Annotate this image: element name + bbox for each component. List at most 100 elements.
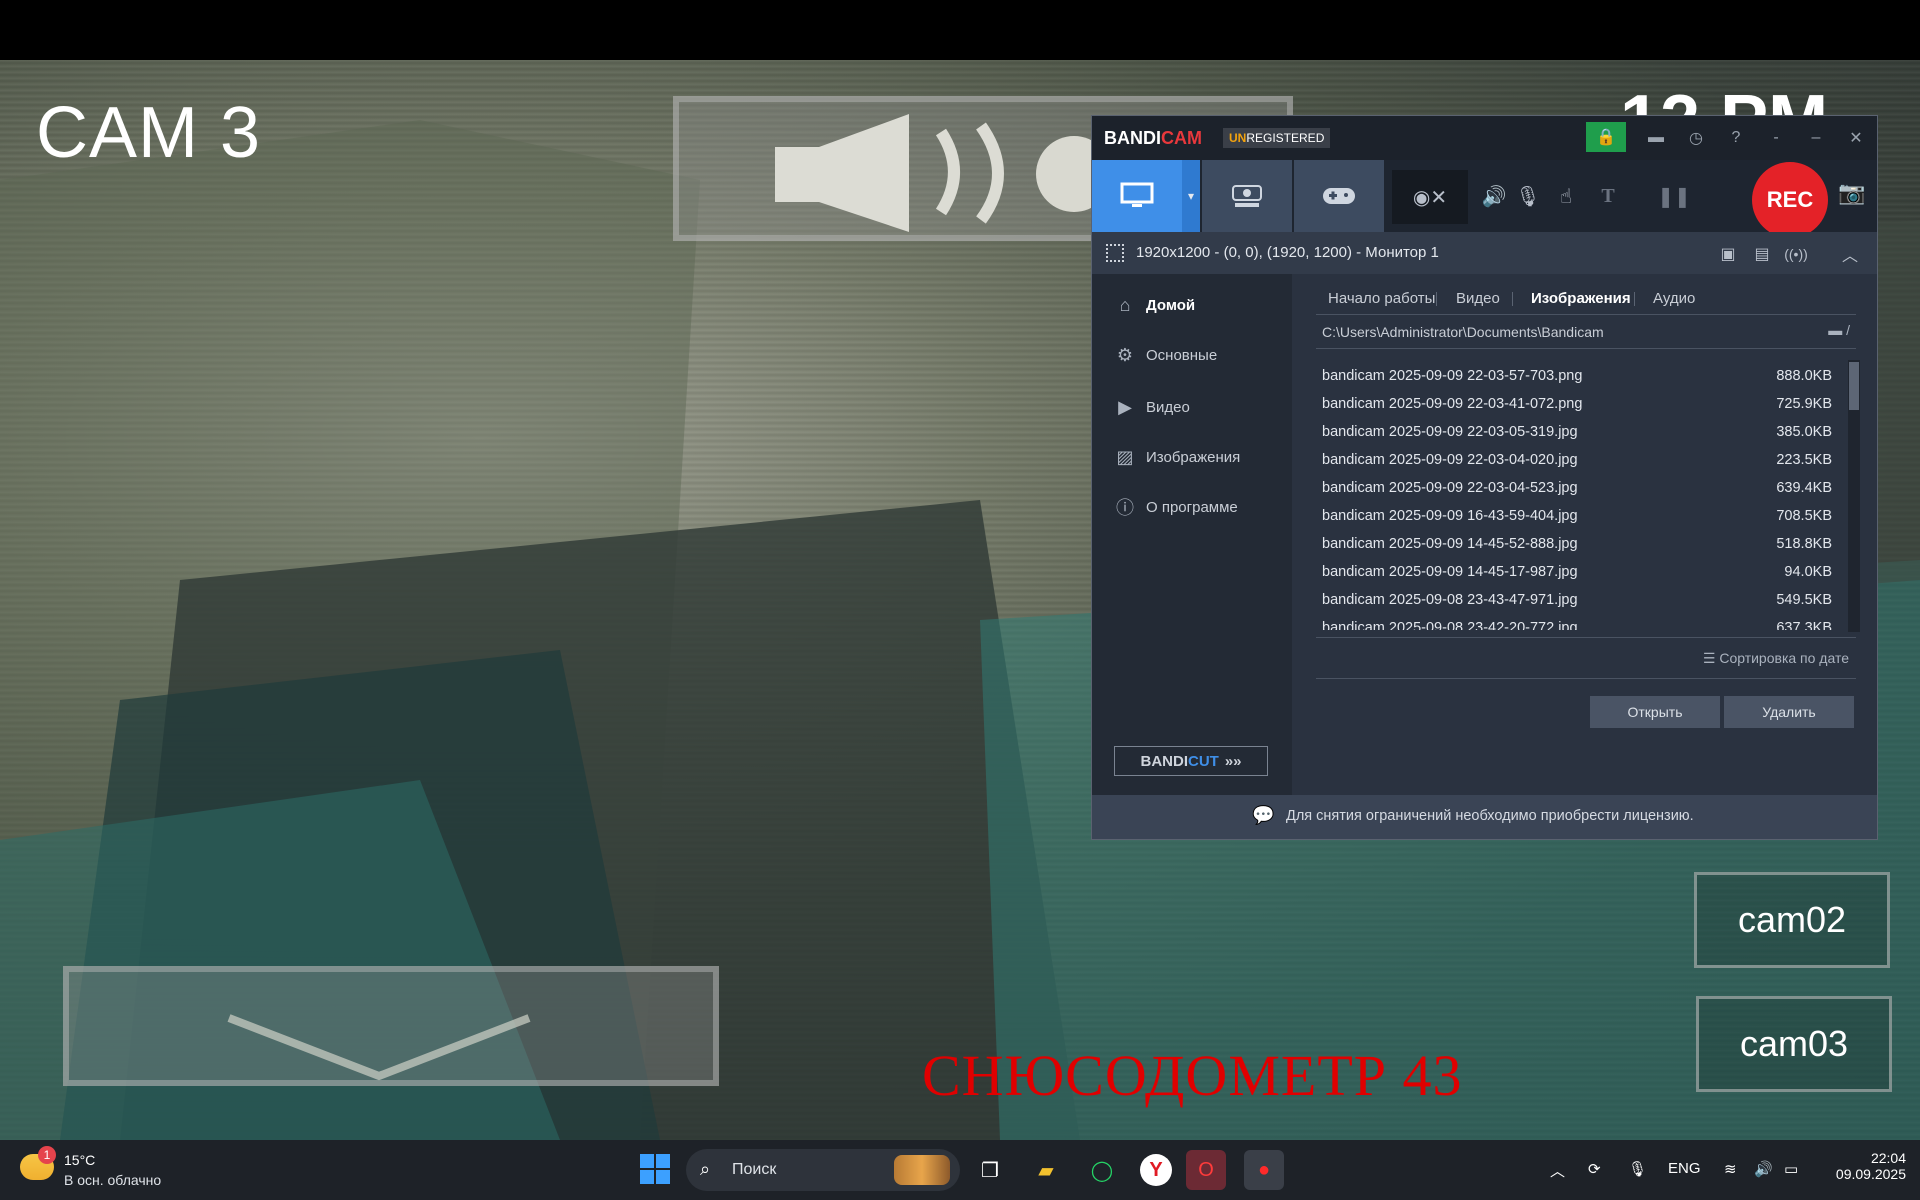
gamepad-icon [1323,188,1355,204]
sync-icon[interactable]: ⟳ [1588,1160,1601,1178]
help-icon[interactable]: ? [1722,124,1750,152]
sidebar-item-video[interactable]: ▶ Видео [1112,392,1190,422]
speaker-volume-icon[interactable]: 🔊 [1478,178,1510,214]
file-size: 725.9KB [1776,396,1832,412]
system-clock[interactable]: 22:04 09.09.2025 [1814,1150,1906,1182]
close-icon[interactable]: ✕ [1842,124,1870,152]
file-explorer-icon[interactable]: ▰ [1026,1150,1066,1190]
file-row[interactable]: bandicam 2025-09-09 22-03-05-319.jpg 385.… [1322,418,1832,446]
bandicam-titlebar[interactable]: BANDICAM UNREGISTERED 🔒 ▬ ◷ ? - – ✕ [1092,116,1877,160]
opera-icon[interactable]: O [1186,1150,1226,1190]
file-name: bandicam 2025-09-09 22-03-57-703.png [1322,368,1583,384]
bandicam-logo: BANDICAM [1104,128,1202,148]
search-highlight-image [894,1155,950,1185]
input-language[interactable]: ENG [1668,1160,1701,1177]
tab-images[interactable]: Изображения [1531,290,1631,307]
yandex-browser-icon[interactable]: Y [1140,1154,1172,1186]
broadcast-icon[interactable]: ((•)) [1780,236,1812,272]
license-notice-bar[interactable]: 💬 Для снятия ограничений необходимо прио… [1092,795,1877,839]
file-row[interactable]: bandicam 2025-09-09 14-45-52-888.jpg 518.… [1322,530,1832,558]
battery-icon[interactable]: ▭ [1784,1160,1798,1178]
file-row[interactable]: bandicam 2025-09-09 22-03-04-020.jpg 223.… [1322,446,1832,474]
output-path-text: C:\Users\Administrator\Documents\Bandica… [1322,324,1604,340]
wifi-icon[interactable]: ≋ [1724,1160,1737,1178]
cursor-effect-icon[interactable]: ☝ [1550,178,1582,214]
camera-title: CAM 3 [36,93,262,173]
lock-icon[interactable]: 🔒 [1586,122,1626,152]
sidebar-item-images[interactable]: ▨ Изображения [1112,442,1240,472]
sniffometer-label: СНЮСОДОМЕТР 43 [922,1043,1463,1108]
sidebar-item-general[interactable]: ⚙ Основные [1112,340,1217,370]
file-name: bandicam 2025-09-08 23-43-47-971.jpg [1322,592,1578,608]
file-row[interactable]: bandicam 2025-09-09 22-03-57-703.png 888.… [1322,362,1832,390]
chevron-up-icon[interactable]: ︿ [1834,236,1866,272]
message-icon: 💬 [1252,805,1275,825]
hdmi-mode-button[interactable] [1202,160,1292,232]
tab-audio[interactable]: Аудио [1653,290,1695,307]
task-view-icon[interactable]: ❐ [970,1150,1010,1190]
unregistered-badge[interactable]: UNREGISTERED [1223,128,1331,148]
capture-region-bar[interactable]: 1920x1200 - (0, 0), (1920, 1200) - Монит… [1092,232,1877,274]
folder-icon[interactable]: ▬ [1642,124,1670,152]
start-button[interactable] [640,1154,670,1184]
webcam-off-icon: ◉✕ [1412,186,1448,209]
video-settings-icon: ▶ [1118,396,1132,417]
cam02-button[interactable]: cam02 [1694,872,1890,968]
microphone-off-icon[interactable]: 🎙 [1512,178,1544,214]
sidebar-item-about[interactable]: ⓘ О программе [1112,492,1238,522]
screen-mode-button[interactable] [1092,160,1182,232]
scrollbar-thumb[interactable] [1849,362,1859,410]
sort-by-date-button[interactable]: ☰ Сортировка по дате [1703,650,1849,667]
file-name: bandicam 2025-09-08 23-42-20-772.jpg [1322,620,1578,630]
search-label: Поиск [732,1161,777,1178]
cam03-button[interactable]: cam03 [1696,996,1892,1092]
hdmi-icon [1232,185,1262,207]
tab-getting-started[interactable]: Начало работы [1328,290,1435,307]
chevron-down-icon [227,1014,531,1081]
screenshot-camera-icon[interactable]: 📷 [1838,180,1865,206]
minimize-icon[interactable]: – [1802,124,1830,152]
file-name: bandicam 2025-09-09 22-03-04-020.jpg [1322,452,1578,468]
chevron-down-icon[interactable]: ▾ [1182,160,1200,232]
file-row[interactable]: bandicam 2025-09-09 22-03-41-072.png 725.… [1322,390,1832,418]
taskbar-search[interactable]: ⌕ Поиск [686,1149,960,1191]
output-path: C:\Users\Administrator\Documents\Bandica… [1316,314,1856,349]
weather-temperature: 15°C [64,1152,96,1168]
minimize-tray-icon[interactable]: - [1762,124,1790,152]
taskbar: 1 15°C В осн. облачно ⌕ Поиск ❐ ▰ ◯ Y O … [0,1140,1920,1200]
home-icon: ⌂ [1119,294,1131,315]
image-capture-icon[interactable]: ▤ [1746,236,1778,272]
file-name: bandicam 2025-09-09 16-43-59-404.jpg [1322,508,1578,524]
game-mode-button[interactable] [1294,160,1384,232]
video-record-icon[interactable]: ▣ [1712,236,1744,272]
delete-button[interactable]: Удалить [1724,696,1854,728]
bandicam-taskbar-icon[interactable]: ● [1244,1150,1284,1190]
volume-icon[interactable]: 🔊 [1754,1160,1773,1178]
chevron-up-icon[interactable]: ︿ [1550,1160,1565,1181]
rec-button[interactable]: REC [1752,162,1828,238]
file-row[interactable]: bandicam 2025-09-08 23-42-20-772.jpg 637.… [1322,614,1832,630]
microphone-icon[interactable]: 🎙 [1628,1160,1647,1178]
file-row[interactable]: bandicam 2025-09-09 22-03-04-523.jpg 639.… [1322,474,1832,502]
file-row[interactable]: bandicam 2025-09-09 16-43-59-404.jpg 708.… [1322,502,1832,530]
clock-icon[interactable]: ◷ [1682,124,1710,152]
file-size: 549.5KB [1776,592,1832,608]
sidebar-item-home[interactable]: ⌂ Домой [1112,290,1196,320]
webcam-overlay-button[interactable]: ◉✕ [1392,170,1468,224]
file-row[interactable]: bandicam 2025-09-08 23-43-47-971.jpg 549.… [1322,586,1832,614]
tab-video[interactable]: Видео [1456,290,1500,307]
file-list-scrollbar[interactable] [1848,360,1860,632]
list-icon: ☰ [1702,650,1720,666]
system-date: 09.09.2025 [1835,1166,1906,1182]
file-list[interactable]: bandicam 2025-09-09 22-03-57-703.png 888.… [1316,360,1846,630]
folder-open-icon[interactable]: ▬ / [1828,322,1850,338]
lower-monitor-button[interactable] [63,966,719,1086]
notification-badge: 1 [38,1146,56,1164]
pause-icon[interactable]: ❚❚ [1657,178,1691,214]
bandicut-button[interactable]: BANDI CUT»» [1114,746,1268,776]
file-row[interactable]: bandicam 2025-09-09 14-45-17-987.jpg 94.0… [1322,558,1832,586]
whatsapp-icon[interactable]: ◯ [1082,1150,1122,1190]
monitor-icon [1120,182,1154,207]
text-overlay-icon[interactable]: T [1592,178,1624,214]
open-button[interactable]: Открыть [1590,696,1720,728]
